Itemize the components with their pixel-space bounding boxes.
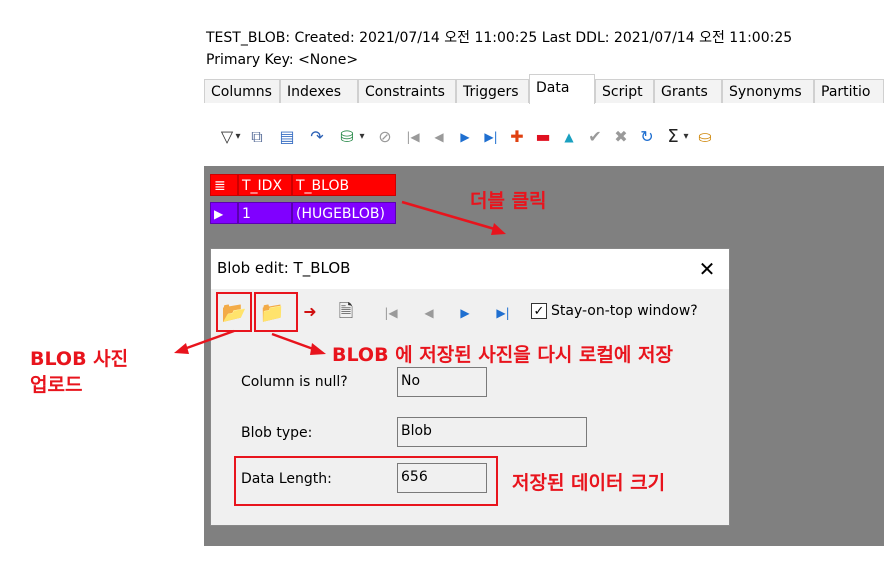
tab-constraints[interactable]: Constraints — [358, 79, 456, 103]
prior-blob-icon[interactable]: ◀ — [417, 301, 441, 325]
highlight-upload-button — [216, 292, 252, 332]
tab-partitions[interactable]: Partitio — [814, 79, 884, 103]
primary-key-label: Primary Key: <None> — [206, 52, 359, 68]
insert-record-icon[interactable]: ✚ — [506, 126, 528, 148]
filter-dropdown-icon[interactable]: ▾ — [232, 126, 244, 148]
table-info-line: TEST_BLOB: Created: 2021/07/14 오전 11:00:… — [206, 30, 793, 46]
blob-type-field: Blob — [397, 417, 587, 447]
clear-icon[interactable]: ⊘ — [374, 126, 396, 148]
arrow-annotation-double-click — [401, 200, 506, 235]
column-header-t-blob[interactable]: T_BLOB — [292, 174, 396, 196]
last-blob-icon[interactable]: ▶| — [491, 301, 515, 325]
table-row-t-idx[interactable]: 1 — [238, 202, 292, 224]
tab-indexes[interactable]: Indexes — [280, 79, 358, 103]
highlight-data-length — [234, 456, 498, 506]
tab-columns[interactable]: Columns — [204, 79, 280, 103]
cancel-edit-icon[interactable]: ✖ — [610, 126, 632, 148]
copy-record-icon[interactable]: ⧉ — [246, 126, 268, 148]
export-data-icon[interactable]: ⛁ — [336, 126, 358, 148]
edit-record-icon[interactable]: ▲ — [558, 126, 580, 148]
tab-data[interactable]: Data — [529, 74, 595, 104]
stay-on-top-label: Stay-on-top window? — [551, 303, 698, 319]
data-toolbar: ▽ ▾ ⧉ ▤ ↷ ⛁ ▾ ⊘ |◀ ◀ ▶ ▶| ✚ ▬ ▲ ✔ ✖ ↻ Σ … — [204, 104, 884, 164]
next-blob-icon[interactable]: ▶ — [453, 301, 477, 325]
sum-dropdown-icon[interactable]: ▾ — [680, 126, 692, 148]
refresh-data-icon[interactable]: ↻ — [636, 126, 658, 148]
dialog-title: Blob edit: T_BLOB — [217, 259, 351, 277]
save-icon[interactable]: ⛀ — [694, 126, 716, 148]
stay-on-top-checkbox[interactable]: ✓ — [531, 303, 547, 319]
arrow-annotation-save-local — [271, 332, 326, 355]
column-header-t-idx[interactable]: T_IDX — [238, 174, 292, 196]
tab-bar: Columns Indexes Constraints Triggers Dat… — [204, 74, 884, 105]
export-blob-icon[interactable]: ➜ — [297, 299, 323, 325]
view-form-icon[interactable]: ▤ — [276, 126, 298, 148]
refresh-icon[interactable]: ↷ — [306, 126, 328, 148]
blob-type-label: Blob type: — [241, 425, 313, 441]
column-null-label: Column is null? — [241, 374, 348, 390]
row-indicator-icon[interactable]: ▶ — [210, 202, 238, 224]
close-icon[interactable]: ✕ — [693, 255, 721, 283]
arrow-annotation-upload — [174, 329, 235, 354]
table-row-t-blob[interactable]: (HUGEBLOB) — [292, 202, 396, 224]
annotation-save-local: BLOB 에 저장된 사진을 다시 로컬에 저장 — [332, 344, 673, 366]
last-record-icon[interactable]: ▶| — [480, 126, 502, 148]
highlight-save-local-button — [254, 292, 298, 332]
tab-triggers[interactable]: Triggers — [456, 79, 529, 103]
tab-script[interactable]: Script — [595, 79, 654, 103]
dialog-title-bar: Blob edit: T_BLOB ✕ — [211, 249, 729, 289]
annotation-upload-line1: BLOB 사진 — [30, 348, 129, 370]
post-edit-icon[interactable]: ✔ — [584, 126, 606, 148]
prior-record-icon[interactable]: ◀ — [428, 126, 450, 148]
print-blob-icon[interactable]: 🗎 — [333, 299, 359, 325]
first-record-icon[interactable]: |◀ — [402, 126, 424, 148]
tab-synonyms[interactable]: Synonyms — [722, 79, 814, 103]
tab-grants[interactable]: Grants — [654, 79, 722, 103]
first-blob-icon[interactable]: |◀ — [379, 301, 403, 325]
delete-record-icon[interactable]: ▬ — [532, 126, 554, 148]
grid-row-selector-header[interactable]: ≣ — [210, 174, 238, 196]
export-dropdown-icon[interactable]: ▾ — [356, 126, 368, 148]
next-record-icon[interactable]: ▶ — [454, 126, 476, 148]
column-null-field: No — [397, 367, 487, 397]
annotation-upload-line2: 업로드 — [30, 374, 83, 396]
annotation-data-size: 저장된 데이터 크기 — [512, 472, 666, 494]
